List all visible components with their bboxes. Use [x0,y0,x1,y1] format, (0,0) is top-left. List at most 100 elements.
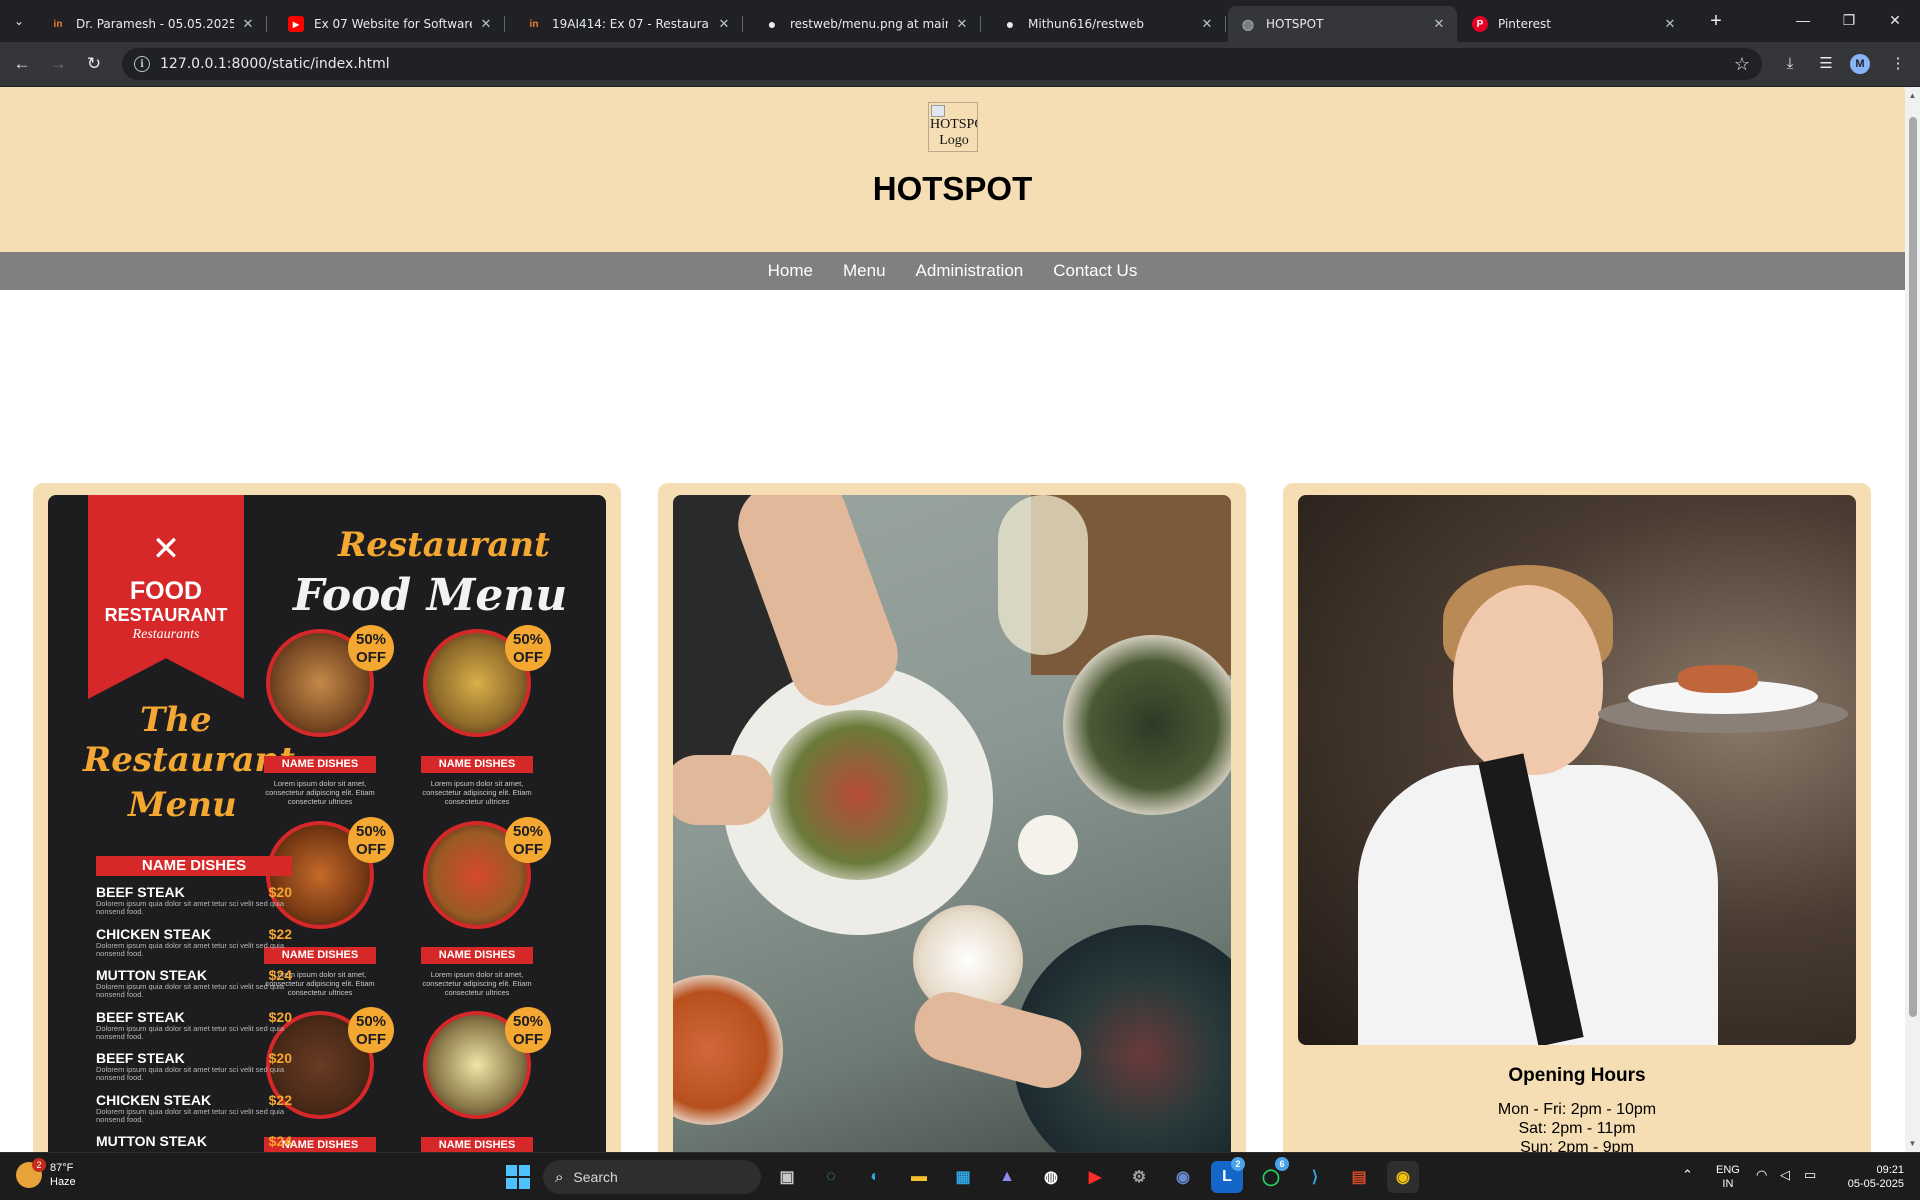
tab-5[interactable]: ● Mithun616/restweb ✕ [990,6,1226,42]
nav-administration-link[interactable]: Administration [916,261,1024,281]
edge-icon[interactable]: ◐ [859,1161,891,1193]
address-bar[interactable]: i 127.0.0.1:8000/static/index.html ☆ [122,48,1762,80]
youtube-icon: ▶ [288,16,304,32]
site-nav: Home Menu Administration Contact Us [0,252,1905,290]
menu-item-name: BEEF STEAK [96,1009,185,1025]
close-window-button[interactable]: ✕ [1872,4,1918,36]
page-viewport: HOTSPOT Logo HOTSPOT Home Menu Administr… [0,87,1905,1152]
hours-line: Sat: 2pm - 11pm [1518,1120,1636,1137]
scroll-up-arrow-icon[interactable]: ▲ [1908,91,1917,100]
tab-title: restweb/menu.png at main · Na [790,17,948,31]
scroll-down-arrow-icon[interactable]: ▼ [1908,1139,1917,1148]
ribbon-restaurant-text: RESTAURANT [104,605,228,625]
loader-app-icon[interactable]: ◌ [815,1161,847,1193]
menu-item-desc: Dolorem ipsum quia dolor sit amet tetur … [96,899,284,916]
avatar[interactable]: M [1850,54,1870,74]
weather-condition: Haze [50,1176,76,1188]
in-icon: in [53,18,63,30]
photo-salad-bowl [1063,635,1231,815]
discount-badge: 50% OFF [505,1007,551,1053]
menu-item-name: CHICKEN STEAK [96,1092,212,1108]
start-button[interactable] [506,1165,530,1189]
tray-overflow-icon[interactable]: ⌃ [1682,1167,1693,1183]
battery-icon[interactable]: ▭ [1804,1167,1816,1183]
weather-widget[interactable]: 2 87°F Haze [16,1158,76,1189]
globe-icon: ◍ [1241,15,1255,32]
back-button[interactable]: ← [8,50,36,78]
close-icon[interactable]: ✕ [1662,16,1678,32]
nav-menu-link[interactable]: Menu [843,261,886,281]
scroll-thumb[interactable] [1909,117,1917,1017]
whatsapp-web-icon[interactable]: ◍ [1035,1161,1067,1193]
wifi-icon[interactable]: ◠ [1756,1167,1767,1183]
notification-badge: 6 [1275,1157,1289,1171]
close-icon[interactable]: ✕ [1431,16,1447,32]
arc-app-icon[interactable]: ▲ [991,1161,1023,1193]
new-tab-button[interactable]: + [1702,8,1730,36]
tab-title: Pinterest [1498,17,1552,31]
notification-badge: 2 [1231,1157,1245,1171]
language-indicator[interactable]: ENG IN [1716,1163,1740,1191]
github-icon: ● [767,16,777,32]
nav-home-link[interactable]: Home [768,261,813,281]
store-icon[interactable]: ▦ [947,1161,979,1193]
menu-item: MUTTON STEAK $24 [96,1133,292,1149]
ribbon-restaurants-text: Restaurants [132,627,200,642]
menu-item-price: $20 [268,1009,292,1025]
close-icon[interactable]: ✕ [716,16,732,32]
tab-active-hotspot[interactable]: ◍ HOTSPOT ✕ [1228,6,1457,42]
close-icon[interactable]: ✕ [1199,16,1215,32]
star-icon[interactable]: ☆ [1734,54,1750,75]
forward-button[interactable]: → [44,50,72,78]
tab-2[interactable]: ▶ Ex 07 Website for Software Con ✕ [276,6,505,42]
hours-card: Opening Hours Mon - Fri: 2pm - 10pm Sat:… [1283,483,1871,1152]
weather-temp: 87°F [50,1162,74,1174]
windows-taskbar: 2 87°F Haze ⌕ Search ▣ ◌ ◐ ▬ ▦ ▲ ◍ ▶ ⚙ ◉… [0,1152,1920,1200]
volume-icon[interactable]: ◁ [1780,1167,1790,1183]
task-view-icon[interactable]: ▣ [771,1161,803,1193]
vscode-icon[interactable]: ⟩ [1299,1161,1331,1193]
tab-4[interactable]: ● restweb/menu.png at main · Na ✕ [752,6,981,42]
menu-icon[interactable]: ⋮ [1884,50,1912,78]
tab-title: Ex 07 Website for Software Con [314,17,472,31]
menu-card: ✕ FOOD RESTAURANT Restaurants Restaurant… [33,483,621,1152]
reload-button[interactable]: ↻ [80,50,108,78]
menu-item: CHICKEN STEAK $22 Dolorem ipsum quia dol… [96,1092,292,1124]
close-icon[interactable]: ✕ [240,16,256,32]
minimize-button[interactable]: — [1780,4,1826,36]
whatsapp-icon[interactable]: ◯ 6 [1255,1157,1289,1193]
chrome-icon[interactable]: ◉ [1387,1161,1419,1193]
menu-item-name: BEEF STEAK [96,1050,185,1066]
pinterest-icon: P [1472,16,1488,32]
tab-search-button[interactable]: ⌄ [6,8,32,34]
nav-contact-link[interactable]: Contact Us [1053,261,1137,281]
settings-gear-icon[interactable]: ⚙ [1123,1161,1155,1193]
poster-the: The [140,700,212,740]
menu-item-name: MUTTON STEAK [96,1133,207,1149]
page-scrollbar[interactable]: ▲ ▼ [1905,87,1920,1152]
discount-badge: 50% OFF [348,1007,394,1053]
info-icon[interactable]: i [134,56,150,72]
fork-spoon-icon: ✕ [151,530,181,568]
system-clock[interactable]: 09:21 05-05-2025 [1838,1163,1904,1191]
lync-app-icon[interactable]: L2 [1211,1157,1245,1193]
youtube-icon[interactable]: ▶ [1079,1161,1111,1193]
tab-title: 19AI414: Ex 07 - Restaurant We [552,17,710,31]
tab-7[interactable]: P Pinterest ✕ [1460,6,1688,42]
taskbar-search[interactable]: ⌕ Search [543,1160,761,1194]
menu-item: BEEF STEAK $20 Dolorem ipsum quia dolor … [96,1050,292,1082]
file-explorer-icon[interactable]: ▬ [903,1161,935,1193]
restore-button[interactable]: ❐ [1826,4,1872,36]
tab-3[interactable]: in 19AI414: Ex 07 - Restaurant We ✕ [514,6,743,42]
tab-1[interactable]: in Dr. Paramesh - 05.05.2025 - Qu ✕ [38,6,267,42]
download-icon[interactable]: ⤓ [1776,50,1804,78]
close-icon[interactable]: ✕ [954,16,970,32]
menu-poster: ✕ FOOD RESTAURANT Restaurants Restaurant… [48,495,606,1152]
logo-alt-text: HOTSPOT Logo [930,117,977,148]
url-text[interactable]: 127.0.0.1:8000/static/index.html [160,56,390,72]
app-icon[interactable]: ▤ [1343,1161,1375,1193]
close-icon[interactable]: ✕ [478,16,494,32]
media-icon[interactable]: ☰ [1812,50,1840,78]
dining-card [658,483,1246,1152]
app-icon[interactable]: ◉ [1167,1161,1199,1193]
